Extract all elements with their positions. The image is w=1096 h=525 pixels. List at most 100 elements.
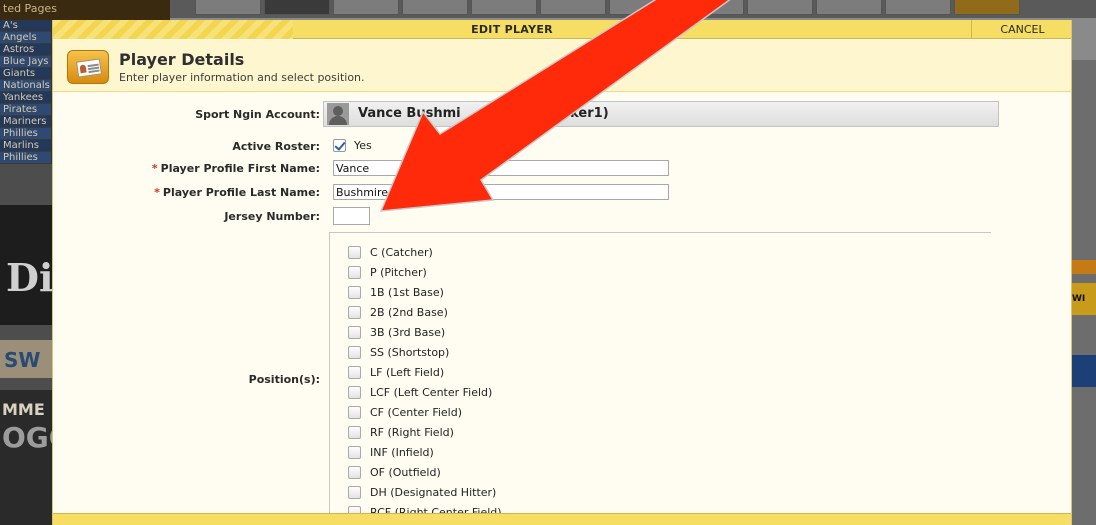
position-option[interactable]: LCF (Left Center Field) [348,382,502,402]
position-option[interactable]: RF (Right Field) [348,422,502,442]
positions-list: C (Catcher) P (Pitcher) 1B (1st Base) 2B (2… [348,242,502,522]
background-sidebar-title: ted Pages [0,0,170,20]
position-option[interactable]: OF (Outfield) [348,462,502,482]
position-checkbox[interactable] [348,465,361,479]
last-name-label-text: Player Profile Last Name: [162,186,320,199]
background-promo-text: Di [6,255,52,300]
background-tab [678,0,744,15]
position-option[interactable]: CF (Center Field) [348,402,502,422]
position-option[interactable]: C (Catcher) [348,242,502,262]
required-marker: * [154,186,160,199]
background-sidebar-link: Pirates [0,104,51,116]
background-tab [402,0,468,15]
id-card-icon [67,50,109,84]
background-tab [195,0,261,15]
edit-player-modal: EDIT PLAYER CANCEL Player Details Enter … [52,20,1072,525]
background-tab [471,0,537,15]
background-promo: Di [0,205,52,325]
first-name-label-text: Player Profile First Name: [160,162,320,175]
background-sidebar-link: Astros [0,44,51,56]
position-checkbox[interactable] [348,405,361,419]
position-label: LCF (Left Center Field) [370,385,493,399]
background-sidebar-link: Yankees [0,92,51,104]
position-checkbox[interactable] [348,485,361,499]
position-label: DH (Designated Hitter) [370,485,497,499]
position-checkbox[interactable] [348,325,361,339]
account-selector[interactable]: Vance Bushmi acker1) [323,101,999,127]
last-name-label: * Player Profile Last Name: [154,186,320,199]
position-label: OF (Outfield) [370,465,441,479]
section-subtitle: Enter player information and select posi… [119,71,365,84]
background-tab [264,0,330,15]
last-name-field[interactable] [333,184,669,200]
position-label: RF (Right Field) [370,425,454,439]
position-checkbox[interactable] [348,265,361,279]
position-label: 2B (2nd Base) [370,305,448,319]
position-checkbox[interactable] [348,425,361,439]
background-tab [747,0,813,15]
position-checkbox[interactable] [348,445,361,459]
background-sidebar-link: Blue Jays [0,56,51,68]
background-tab [885,0,951,15]
background-right-accent [1070,260,1096,274]
position-label: SS (Shortstop) [370,345,450,359]
background-promo-banner: MME OGO [0,390,52,525]
position-option[interactable]: LF (Left Field) [348,362,502,382]
position-option[interactable]: DH (Designated Hitter) [348,482,502,502]
first-name-field[interactable] [333,160,669,176]
first-name-label: * Player Profile First Name: [152,162,320,175]
position-option[interactable]: 2B (2nd Base) [348,302,502,322]
position-label: LF (Left Field) [370,365,445,379]
background-promo-small-text: SW [4,348,41,372]
background-right-tab: WI [1070,283,1096,315]
position-checkbox[interactable] [348,345,361,359]
account-name-text: Vance Bushmi [358,106,461,121]
background-promo-line1: MME [2,400,45,419]
position-label: C (Catcher) [370,245,433,259]
position-option[interactable]: SS (Shortstop) [348,342,502,362]
background-sidebar-link: Phillies [0,128,51,140]
active-roster-checkbox[interactable]: Yes [333,139,372,152]
jersey-number-field[interactable] [333,207,370,225]
positions-list-container: C (Catcher) P (Pitcher) 1B (1st Base) 2B (2… [329,232,991,522]
background-tabs [195,0,1020,16]
background-tab [540,0,606,15]
modal-header: EDIT PLAYER CANCEL [53,20,1071,39]
modal-title: EDIT PLAYER [471,23,553,36]
position-checkbox[interactable] [348,245,361,259]
background-sidebar-link: Phillies [0,152,51,164]
section-title: Player Details [119,50,245,69]
position-checkbox[interactable] [348,305,361,319]
position-option[interactable]: INF (Infield) [348,442,502,462]
background-sidebar-link: A's [0,20,51,32]
jersey-number-label: Jersey Number: [224,210,320,223]
position-option[interactable]: 1B (1st Base) [348,282,502,302]
modal-footer [53,513,1071,525]
account-username-text: acker1) [553,106,609,121]
position-option[interactable]: 3B (3rd Base) [348,322,502,342]
position-label: CF (Center Field) [370,405,462,419]
cancel-button[interactable]: CANCEL [971,20,1071,39]
background-promo-small: SW [0,340,52,378]
background-right-banner [1070,355,1096,387]
account-name: Vance Bushmi acker1) [358,106,609,121]
position-label: 1B (1st Base) [370,285,444,299]
background-sidebar-link: Angels [0,32,51,44]
background-sidebar-link: Giants [0,68,51,80]
position-checkbox[interactable] [348,365,361,379]
required-marker: * [151,162,158,175]
background-sidebar-link: Nationals [0,80,51,92]
position-label: 3B (3rd Base) [370,325,446,339]
player-details-header: Player Details Enter player information … [53,40,1071,92]
background-tab [954,0,1020,15]
position-checkbox[interactable] [348,385,361,399]
checkmark-icon[interactable] [333,139,346,152]
position-option[interactable]: P (Pitcher) [348,262,502,282]
background-tab [816,0,882,15]
background-promo-line2: OGO [2,421,52,454]
position-checkbox[interactable] [348,285,361,299]
background-sidebar-links: A's Angels Astros Blue Jays Giants Nationals Y… [0,20,52,164]
background-tab [609,0,675,15]
background-sidebar-link: Marlins [0,140,51,152]
active-roster-value: Yes [354,139,372,152]
